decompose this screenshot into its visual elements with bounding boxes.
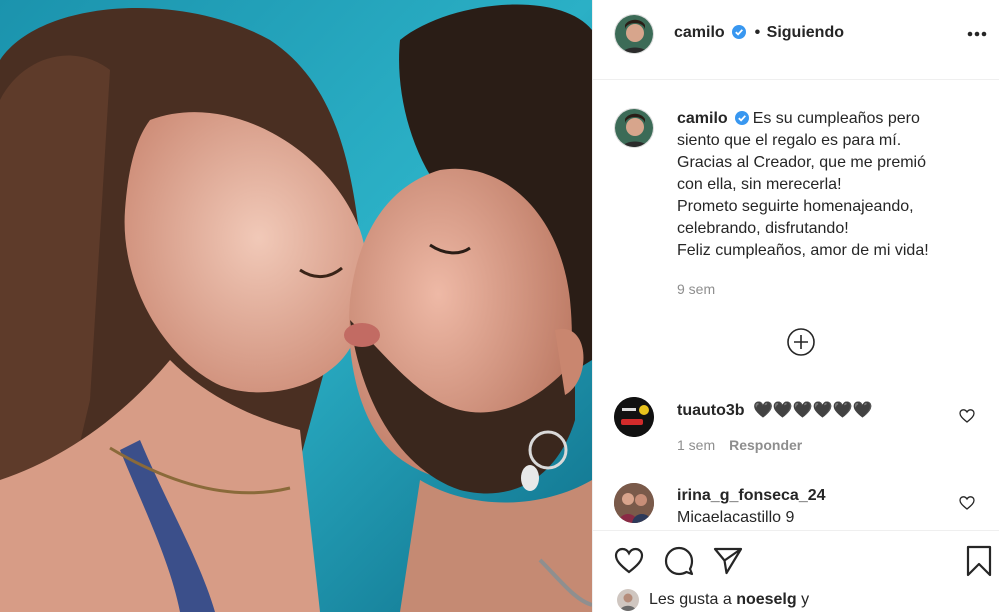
- avatar-image: [617, 589, 639, 611]
- liker-username[interactable]: noeselg: [736, 591, 796, 608]
- caption-author-avatar[interactable]: [614, 108, 654, 148]
- header-author-line: camilo • Siguiendo: [674, 24, 844, 42]
- caption-text: Prometo seguirte homenajeando,: [677, 198, 914, 215]
- comment-text-row: Micaelacastillo 9: [677, 509, 794, 527]
- post-caption: camilo Es su cumpleaños pero siento que e…: [677, 108, 982, 262]
- comment-avatar[interactable]: [614, 483, 654, 523]
- post-details-panel: camilo • Siguiendo camilo Es su cumpleaño…: [592, 0, 999, 612]
- bookmark-icon[interactable]: [963, 545, 995, 577]
- caption-line-1: camilo Es su cumpleaños pero: [677, 108, 982, 130]
- caption-text: siento que el regalo es para mí.: [677, 132, 902, 149]
- caption-text: con ella, sin merecerla!: [677, 176, 842, 193]
- comment-item: irina_g_fonseca_24: [677, 487, 826, 505]
- more-options-icon[interactable]: [964, 24, 990, 44]
- avatar-image: [615, 109, 653, 147]
- comment-meta: 1 sem Responder: [677, 437, 802, 455]
- follow-status-button[interactable]: Siguiendo: [767, 24, 844, 41]
- post-photo[interactable]: [0, 0, 592, 612]
- caption-username[interactable]: camilo: [677, 110, 728, 127]
- verified-badge-icon: [732, 25, 747, 39]
- caption-text: Gracias al Creador, que me premió: [677, 154, 926, 171]
- reply-button[interactable]: Responder: [729, 437, 802, 453]
- author-avatar[interactable]: [614, 14, 654, 54]
- verified-badge-icon: [734, 111, 749, 125]
- caption-timestamp[interactable]: 9 sem: [677, 281, 715, 297]
- follow-separator: •: [754, 24, 761, 41]
- heart-icon[interactable]: [613, 545, 645, 577]
- caption-text: celebrando, disfrutando!: [677, 220, 849, 237]
- avatar-image: [614, 483, 654, 523]
- comment-item: tuauto3b 🖤🖤🖤🖤🖤🖤: [677, 400, 873, 420]
- heart-icon[interactable]: [959, 408, 975, 424]
- comment-timestamp[interactable]: 1 sem: [677, 437, 715, 453]
- heart-icon[interactable]: [959, 495, 975, 511]
- header-username[interactable]: camilo: [674, 24, 725, 41]
- comment-icon[interactable]: [663, 545, 695, 577]
- paper-plane-icon[interactable]: [712, 545, 744, 577]
- liker-avatar[interactable]: [617, 589, 639, 611]
- tuauto-logo-avatar: [614, 397, 654, 437]
- plus-circle-icon[interactable]: [786, 327, 816, 357]
- avatar-image: [615, 15, 653, 53]
- action-bar: Les gusta a noeselg y: [593, 530, 999, 612]
- likes-suffix: y: [801, 591, 810, 608]
- comment-text: Micaelacastillo 9: [677, 509, 795, 526]
- comment-avatar[interactable]: [614, 397, 654, 437]
- caption-text: Feliz cumpleaños, amor de mi vida!: [677, 242, 929, 259]
- comment-username[interactable]: tuauto3b: [677, 402, 745, 419]
- likes-summary: Les gusta a noeselg y: [649, 591, 809, 609]
- comment-text: 🖤🖤🖤🖤🖤🖤: [753, 400, 873, 419]
- post-header: camilo • Siguiendo: [593, 0, 999, 80]
- comment-username[interactable]: irina_g_fonseca_24: [677, 487, 826, 504]
- caption-text: Es su cumpleaños pero: [752, 110, 920, 127]
- couple-kissing-photo: [0, 0, 592, 612]
- likes-prefix: Les gusta a: [649, 591, 732, 608]
